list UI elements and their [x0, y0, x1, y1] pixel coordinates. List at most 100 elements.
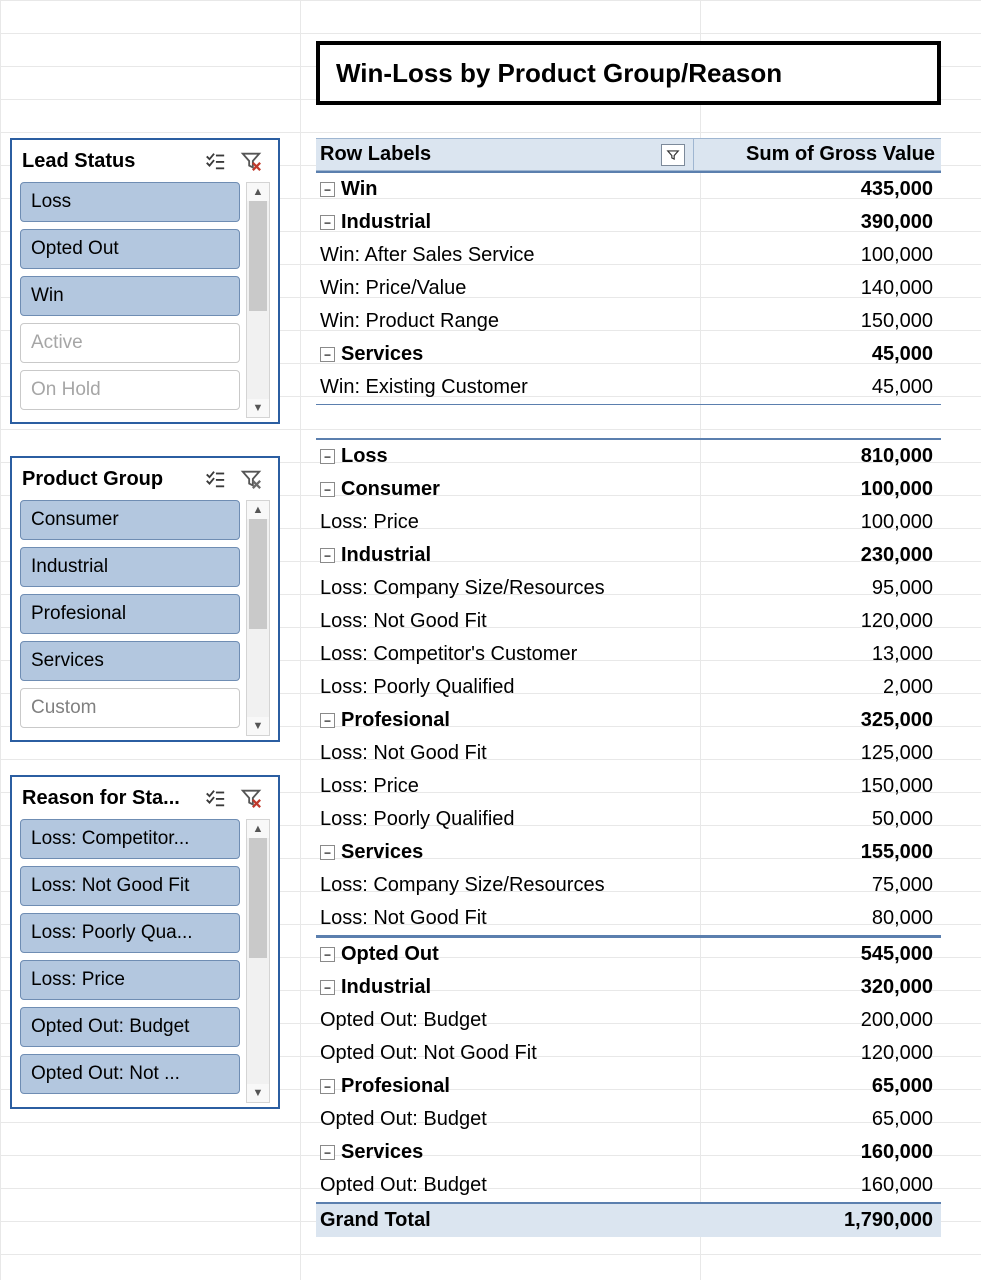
pivot-row-value: 150,000: [690, 310, 941, 333]
collapse-toggle[interactable]: −: [320, 845, 335, 860]
pivot-row-label: Loss: Company Size/Resources: [320, 577, 605, 600]
pivot-row-label: Loss: Poorly Qualified: [320, 676, 515, 699]
pivot-row: Win: Product Range150,000: [316, 305, 941, 338]
scroll-up-arrow[interactable]: ▲: [247, 501, 269, 519]
clear-filter-button[interactable]: [240, 150, 262, 172]
pivot-row-label: Industrial: [341, 976, 431, 999]
pivot-row-label: Loss: Not Good Fit: [320, 742, 487, 765]
pivot-row-value: 100,000: [690, 478, 941, 501]
collapse-toggle[interactable]: −: [320, 482, 335, 497]
pivot-row-value: 120,000: [690, 1042, 941, 1065]
scroll-track[interactable]: [247, 519, 269, 717]
pivot-row-label: Loss: Company Size/Resources: [320, 874, 605, 897]
scroll-thumb[interactable]: [249, 519, 267, 629]
pivot-row: Loss: Poorly Qualified2,000: [316, 671, 941, 704]
slicer-title: Reason for Sta...: [22, 787, 180, 810]
slicer-item[interactable]: Custom: [20, 688, 240, 728]
collapse-toggle[interactable]: −: [320, 1079, 335, 1094]
pivot-row-value: 810,000: [690, 445, 941, 468]
pivot-row: Opted Out: Budget200,000: [316, 1004, 941, 1037]
collapse-toggle[interactable]: −: [320, 947, 335, 962]
slicer-item[interactable]: Opted Out: Budget: [20, 1007, 240, 1047]
pivot-row-value: 390,000: [690, 211, 941, 234]
pivot-row-label-cell: Loss: Not Good Fit: [316, 742, 690, 765]
pivot-row-value: 65,000: [690, 1075, 941, 1098]
scroll-thumb[interactable]: [249, 201, 267, 311]
pivot-row-value: 45,000: [690, 343, 941, 366]
pivot-row-label-cell: −Industrial: [316, 976, 690, 999]
slicer-item[interactable]: Active: [20, 323, 240, 363]
pivot-row: −Services155,000: [316, 836, 941, 869]
scroll-up-arrow[interactable]: ▲: [247, 820, 269, 838]
slicer-item[interactable]: Loss: Competitor...: [20, 819, 240, 859]
slicer-item[interactable]: Services: [20, 641, 240, 681]
pivot-row-value: 160,000: [690, 1174, 941, 1197]
scroll-track[interactable]: [247, 201, 269, 399]
slicer-item[interactable]: Loss: Poorly Qua...: [20, 913, 240, 953]
scroll-down-arrow[interactable]: ▼: [247, 1084, 269, 1102]
collapse-toggle[interactable]: −: [320, 215, 335, 230]
scrollbar[interactable]: ▲▼: [246, 182, 270, 418]
collapse-toggle[interactable]: −: [320, 1145, 335, 1160]
slicer-item[interactable]: Consumer: [20, 500, 240, 540]
slicer-icons: [204, 787, 268, 809]
collapse-toggle[interactable]: −: [320, 182, 335, 197]
slicer-item[interactable]: Loss: [20, 182, 240, 222]
pivot-row-value: 140,000: [690, 277, 941, 300]
scroll-down-arrow[interactable]: ▼: [247, 717, 269, 735]
slicer-title: Lead Status: [22, 150, 135, 173]
slicer-item[interactable]: Loss: Price: [20, 960, 240, 1000]
pivot-row-value: 160,000: [690, 1141, 941, 1164]
slicer-header: Product Group: [20, 464, 270, 494]
pivot-row-label: Loss: Price: [320, 511, 419, 534]
collapse-toggle[interactable]: −: [320, 713, 335, 728]
multi-select-button[interactable]: [204, 150, 226, 172]
collapse-toggle[interactable]: −: [320, 449, 335, 464]
pivot-row-value: 75,000: [690, 874, 941, 897]
pivot-row-label-cell: −Opted Out: [316, 943, 690, 966]
slicer-item[interactable]: Profesional: [20, 594, 240, 634]
pivot-row-label: Win: After Sales Service: [320, 244, 535, 267]
pivot-header-value: Sum of Gross Value: [693, 139, 941, 170]
slicer-body: Consumer Industrial Profesional Services Cus…: [20, 500, 270, 736]
pivot-row-label: Industrial: [341, 544, 431, 567]
pivot-row: Win: After Sales Service100,000: [316, 239, 941, 272]
slicer-item[interactable]: Opted Out: Not ...: [20, 1054, 240, 1094]
scroll-track[interactable]: [247, 838, 269, 1084]
slicer-title: Product Group: [22, 468, 163, 491]
pivot-row-label: Opted Out: Not Good Fit: [320, 1042, 537, 1065]
slicer-item[interactable]: On Hold: [20, 370, 240, 410]
pivot-row-label: Opted Out: Budget: [320, 1108, 487, 1131]
scroll-up-arrow[interactable]: ▲: [247, 183, 269, 201]
pivot-row-value: 50,000: [690, 808, 941, 831]
slicer-item[interactable]: Opted Out: [20, 229, 240, 269]
slicer-item[interactable]: Loss: Not Good Fit: [20, 866, 240, 906]
collapse-toggle[interactable]: −: [320, 347, 335, 362]
slicer-item[interactable]: Industrial: [20, 547, 240, 587]
multi-select-button[interactable]: [204, 468, 226, 490]
scroll-thumb[interactable]: [249, 838, 267, 958]
pivot-row: −Industrial390,000: [316, 206, 941, 239]
pivot-grand-total-row: Grand Total 1,790,000: [316, 1202, 941, 1237]
collapse-toggle[interactable]: −: [320, 548, 335, 563]
pivot-header-rowlabels: Row Labels: [316, 139, 693, 170]
pivot-row-label: Profesional: [341, 709, 450, 732]
pivot-row-label: Win: [341, 178, 377, 201]
pivot-row-label-cell: Opted Out: Budget: [316, 1009, 690, 1032]
pivot-row: Loss: Not Good Fit120,000: [316, 605, 941, 638]
collapse-toggle[interactable]: −: [320, 980, 335, 995]
scroll-down-arrow[interactable]: ▼: [247, 399, 269, 417]
scrollbar[interactable]: ▲▼: [246, 500, 270, 736]
pivot-row-value: 65,000: [690, 1108, 941, 1131]
pivot-row-label-cell: −Profesional: [316, 1075, 690, 1098]
pivot-row-label-cell: Opted Out: Not Good Fit: [316, 1042, 690, 1065]
multiselect-icon: [204, 468, 226, 490]
row-labels-filter-button[interactable]: [661, 144, 685, 166]
clear-filter-icon: [240, 787, 262, 809]
slicer-item[interactable]: Win: [20, 276, 240, 316]
multi-select-button[interactable]: [204, 787, 226, 809]
clear-filter-button[interactable]: [240, 468, 262, 490]
scrollbar[interactable]: ▲▼: [246, 819, 270, 1103]
pivot-row: Opted Out: Budget160,000: [316, 1169, 941, 1202]
clear-filter-button[interactable]: [240, 787, 262, 809]
